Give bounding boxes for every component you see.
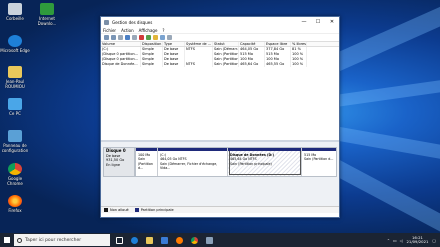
delete-icon[interactable]: [139, 35, 144, 40]
network-icon[interactable]: ▭: [393, 238, 397, 243]
minimize-button[interactable]: —: [297, 17, 311, 27]
user-folder-icon: [8, 66, 22, 78]
disk-management-window: Gestion des disques — ☐ ✕ Fichier Action…: [100, 16, 340, 218]
edge-taskbar-icon[interactable]: [128, 234, 140, 246]
column-filesystem[interactable]: Système de ...: [185, 42, 213, 46]
control-panel-icon: [8, 130, 22, 142]
menu-affichage[interactable]: Affichage: [139, 28, 158, 33]
close-button[interactable]: ✕: [325, 17, 339, 27]
back-icon[interactable]: [104, 35, 109, 40]
legend: Non alloué Partition principale: [101, 206, 339, 213]
clock[interactable]: 16:21 21/09/2021: [407, 235, 429, 245]
menu-bar: Fichier Action Affichage ?: [101, 27, 339, 34]
taskbar-search[interactable]: Taper ici pour rechercher: [14, 234, 110, 246]
desktop: Corbeille Internet Downlo... Microsoft E…: [0, 0, 440, 233]
column-type[interactable]: Type: [163, 42, 185, 46]
column-status[interactable]: Statut: [213, 42, 239, 46]
column-free-space[interactable]: Espace libre: [265, 42, 291, 46]
desktop-icon-this-pc[interactable]: Ce PC: [0, 98, 30, 116]
desktop-icon-edge[interactable]: Microsoft Edge: [0, 35, 30, 53]
recycle-bin-icon: [8, 3, 22, 15]
desktop-icon-recycle-bin[interactable]: Corbeille: [0, 3, 30, 21]
file-explorer-icon[interactable]: [143, 234, 155, 246]
column-percent-free[interactable]: % libres: [291, 42, 307, 46]
partition-bar: 100 Mo Sain (Partition d... (C:) 464,05 …: [135, 147, 337, 177]
view-icon[interactable]: [167, 35, 172, 40]
list-view-icon[interactable]: [118, 35, 123, 40]
start-button[interactable]: [0, 233, 14, 247]
volume-list: Volume Disposition Type Système de ... S…: [101, 42, 339, 142]
desktop-icon-chrome[interactable]: Google Chrome: [0, 163, 30, 186]
disk-name: Disque 0: [106, 148, 126, 153]
partition-recovery[interactable]: 515 Mo Sain (Partition d...: [302, 148, 336, 176]
toolbar: [101, 34, 339, 42]
notifications-icon[interactable]: ▢: [432, 238, 436, 243]
chrome-taskbar-icon[interactable]: [188, 234, 200, 246]
partition-c[interactable]: (C:) 464,05 Go NTFS Sain (Démarrer, Fich…: [158, 148, 228, 176]
firefox-taskbar-icon[interactable]: [173, 234, 185, 246]
desktop-icon-user-folder[interactable]: Jean-Paul ROUMIOU: [0, 66, 30, 89]
disk-info[interactable]: Disque 0 De base 931,50 Go En ligne: [103, 147, 135, 177]
partition-d[interactable]: Disque de Données (D:) 465,64 Go NTFS Sa…: [228, 148, 302, 176]
disk-row: Disque 0 De base 931,50 Go En ligne 100 …: [103, 147, 337, 177]
table-row[interactable]: Disque de Donnée... Simple De base NTFS …: [101, 62, 339, 67]
explore-icon[interactable]: [160, 35, 165, 40]
disk-management-taskbar-icon[interactable]: [203, 234, 215, 246]
volume-icon[interactable]: ◁: [400, 238, 403, 243]
desktop-icon-control-panel[interactable]: Panneau de configuration: [0, 130, 30, 153]
column-volume[interactable]: Volume: [101, 42, 141, 46]
legend-primary-partition: Partition principale: [134, 208, 174, 212]
internet-download-manager-icon: [40, 3, 54, 15]
menu-action[interactable]: Action: [121, 28, 134, 33]
this-pc-icon: [8, 98, 22, 110]
column-disposition[interactable]: Disposition: [141, 42, 163, 46]
window-title: Gestion des disques: [112, 19, 153, 25]
partition-system[interactable]: 100 Mo Sain (Partition d...: [136, 148, 158, 176]
chrome-icon: [8, 163, 22, 175]
store-icon[interactable]: [158, 234, 170, 246]
system-tray: ⌃ ▭ ◁ 16:21 21/09/2021 ▢: [387, 235, 440, 245]
help-icon[interactable]: [125, 35, 130, 40]
search-placeholder: Taper ici pour rechercher: [25, 237, 82, 243]
task-view-icon[interactable]: [113, 234, 125, 246]
disk-graphical-view: Disque 0 De base 931,50 Go En ligne 100 …: [101, 142, 339, 206]
desktop-icon-firefox[interactable]: Firefox: [0, 195, 30, 213]
maximize-button[interactable]: ☐: [311, 17, 325, 27]
menu-help[interactable]: ?: [162, 28, 164, 33]
check-icon[interactable]: [146, 35, 151, 40]
windows-logo-icon: [4, 237, 10, 243]
disk-management-icon: [104, 19, 109, 25]
properties-icon[interactable]: [132, 35, 137, 40]
search-icon: [17, 237, 22, 243]
desktop-icon-idm[interactable]: Internet Downlo...: [32, 3, 62, 26]
forward-icon[interactable]: [111, 35, 116, 40]
chevron-up-icon[interactable]: ⌃: [387, 238, 390, 243]
menu-fichier[interactable]: Fichier: [103, 28, 116, 33]
edge-icon: [8, 35, 22, 47]
title-bar: Gestion des disques — ☐ ✕: [101, 17, 339, 27]
taskbar: Taper ici pour rechercher ⌃ ▭ ◁ 16:21 21…: [0, 233, 440, 247]
firefox-icon: [8, 195, 22, 207]
column-capacity[interactable]: Capacité: [239, 42, 265, 46]
open-icon[interactable]: [153, 35, 158, 40]
legend-unallocated: Non alloué: [104, 208, 129, 212]
